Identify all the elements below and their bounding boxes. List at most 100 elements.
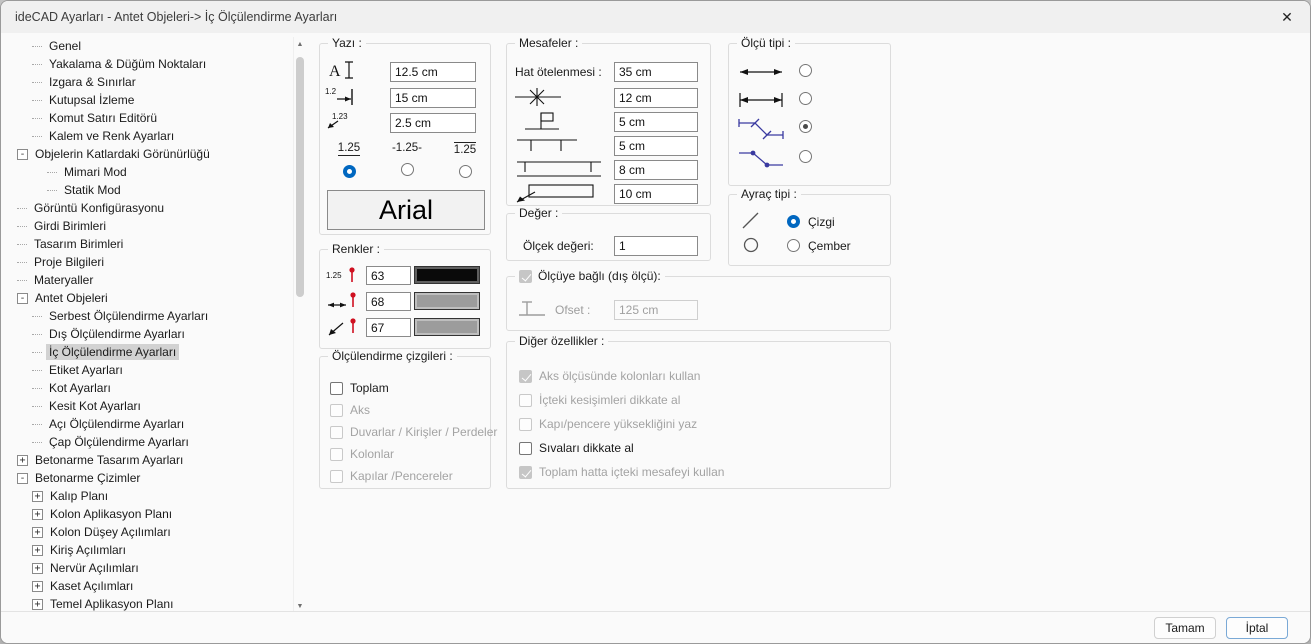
extension-line-color-input[interactable] bbox=[366, 318, 411, 337]
tree-item-label[interactable]: Kot Ayarları bbox=[46, 380, 114, 396]
tree-item[interactable]: Kesit Kot Ayarları bbox=[9, 397, 291, 415]
tree-item-label[interactable]: Statik Mod bbox=[61, 182, 124, 198]
tree-item[interactable]: Materyaller bbox=[9, 271, 291, 289]
tree-item[interactable]: Kutupsal İzleme bbox=[9, 91, 291, 109]
tree-item-label[interactable]: Proje Bilgileri bbox=[31, 254, 107, 270]
tree-item-label[interactable]: Yakalama & Düğüm Noktaları bbox=[46, 56, 209, 72]
tree-item[interactable]: Çap Ölçülendirme Ayarları bbox=[9, 433, 291, 451]
tamam-button[interactable]: Tamam bbox=[1154, 617, 1216, 639]
tree-item-label[interactable]: Kalıp Planı bbox=[47, 488, 111, 504]
tree-item[interactable]: -Objelerin Katlardaki Görünürlüğü bbox=[9, 145, 291, 163]
tree-item-label[interactable]: Açı Ölçülendirme Ayarları bbox=[46, 416, 187, 432]
collapse-icon[interactable]: - bbox=[17, 149, 28, 160]
tree-item[interactable]: Açı Ölçülendirme Ayarları bbox=[9, 415, 291, 433]
olcu-tipi-radio[interactable] bbox=[799, 92, 812, 105]
text-position-radio-over[interactable] bbox=[459, 165, 472, 178]
tree-item-label[interactable]: Kesit Kot Ayarları bbox=[46, 398, 144, 414]
tree-item[interactable]: -Antet Objeleri bbox=[9, 289, 291, 307]
tree-item-label[interactable]: Kutupsal İzleme bbox=[46, 92, 137, 108]
tree-item-label[interactable]: Betonarme Çizimler bbox=[32, 470, 143, 486]
tree-item-label[interactable]: İç Ölçülendirme Ayarları bbox=[46, 344, 179, 360]
olcu-tipi-radio[interactable] bbox=[799, 64, 812, 77]
decimal-height-input[interactable] bbox=[390, 113, 476, 133]
tree-item[interactable]: Proje Bilgileri bbox=[9, 253, 291, 271]
tree-item[interactable]: Mimari Mod bbox=[9, 163, 291, 181]
mesafe-input-2[interactable] bbox=[614, 112, 698, 132]
expand-icon[interactable]: + bbox=[17, 455, 28, 466]
tree-item[interactable]: Izgara & Sınırlar bbox=[9, 73, 291, 91]
font-button[interactable]: Arial bbox=[327, 190, 485, 230]
tree-item[interactable]: Serbest Ölçülendirme Ayarları bbox=[9, 307, 291, 325]
tree-item[interactable]: Dış Ölçülendirme Ayarları bbox=[9, 325, 291, 343]
tree-item-label[interactable]: Görüntü Konfigürasyonu bbox=[31, 200, 167, 216]
tree-item-label[interactable]: Kaset Açılımları bbox=[47, 578, 136, 594]
tree-item[interactable]: Statik Mod bbox=[9, 181, 291, 199]
tree-item[interactable]: Görüntü Konfigürasyonu bbox=[9, 199, 291, 217]
tree-item-label[interactable]: Kiriş Açılımları bbox=[47, 542, 129, 558]
tree-item[interactable]: Yakalama & Düğüm Noktaları bbox=[9, 55, 291, 73]
line-offset-input[interactable] bbox=[390, 88, 476, 108]
olcek-degeri-input[interactable] bbox=[614, 236, 698, 256]
mesafe-input-4[interactable] bbox=[614, 160, 698, 180]
tree-item-label[interactable]: Temel Aplikasyon Planı bbox=[47, 596, 176, 612]
tree-item[interactable]: + Betonarme Tasarım Ayarları bbox=[9, 451, 291, 469]
tree-item-label[interactable]: Tasarım Birimleri bbox=[31, 236, 126, 252]
checkbox[interactable] bbox=[330, 382, 343, 395]
tree-item-label[interactable]: Kalem ve Renk Ayarları bbox=[46, 128, 177, 144]
tree-item-label[interactable]: Antet Objeleri bbox=[32, 290, 111, 306]
tree-item[interactable]: Tasarım Birimleri bbox=[9, 235, 291, 253]
tree-item[interactable]: + Kolon Aplikasyon Planı bbox=[9, 505, 291, 523]
tree-item[interactable]: + Kiriş Açılımları bbox=[9, 541, 291, 559]
extension-line-color-swatch[interactable] bbox=[414, 318, 480, 336]
expand-icon[interactable]: + bbox=[32, 509, 43, 520]
tree-item-label[interactable]: Dış Ölçülendirme Ayarları bbox=[46, 326, 188, 342]
text-position-radio-under[interactable] bbox=[343, 165, 356, 178]
tree-item-label[interactable]: Etiket Ayarları bbox=[46, 362, 126, 378]
tree-item-label[interactable]: Mimari Mod bbox=[61, 164, 130, 180]
expand-icon[interactable]: + bbox=[32, 599, 43, 610]
tree-item-label[interactable]: Izgara & Sınırlar bbox=[46, 74, 139, 90]
tree-item-label[interactable]: Kolon Aplikasyon Planı bbox=[47, 506, 175, 522]
tree-item-label[interactable]: Komut Satırı Editörü bbox=[46, 110, 160, 126]
mesafe-input-1[interactable] bbox=[614, 88, 698, 108]
text-position-radio-middle[interactable] bbox=[401, 163, 414, 176]
mesafe-input-3[interactable] bbox=[614, 136, 698, 156]
scrollbar-thumb[interactable] bbox=[296, 57, 304, 297]
scroll-up-icon[interactable]: ▲ bbox=[294, 37, 306, 51]
olcu-tipi-radio[interactable] bbox=[799, 150, 812, 163]
text-height-input[interactable] bbox=[390, 62, 476, 82]
ayrac-cember-radio[interactable] bbox=[787, 239, 800, 252]
dimension-line-color-input[interactable] bbox=[366, 292, 411, 311]
tree-scrollbar[interactable]: ▲ ▼ bbox=[293, 37, 305, 613]
text-color-input[interactable] bbox=[366, 266, 411, 285]
tree-item-label[interactable]: Genel bbox=[46, 38, 84, 54]
tree-item[interactable]: Komut Satırı Editörü bbox=[9, 109, 291, 127]
dimension-line-color-swatch[interactable] bbox=[414, 292, 480, 310]
tree-item-label[interactable]: Serbest Ölçülendirme Ayarları bbox=[46, 308, 211, 324]
tree-item[interactable]: Girdi Birimleri bbox=[9, 217, 291, 235]
checkbox-row[interactable]: Toplam bbox=[330, 377, 497, 399]
tree-item-label[interactable]: Objelerin Katlardaki Görünürlüğü bbox=[32, 146, 213, 162]
olcu-tipi-radio[interactable] bbox=[799, 120, 812, 133]
expand-icon[interactable]: + bbox=[32, 545, 43, 556]
close-icon[interactable]: ✕ bbox=[1264, 1, 1310, 33]
tree-item[interactable]: İç Ölçülendirme Ayarları bbox=[9, 343, 291, 361]
ayrac-cizgi-radio[interactable] bbox=[787, 215, 800, 228]
tree-item-label[interactable]: Çap Ölçülendirme Ayarları bbox=[46, 434, 192, 450]
expand-icon[interactable]: + bbox=[32, 563, 43, 574]
tree-item-label[interactable]: Girdi Birimleri bbox=[31, 218, 109, 234]
tree-item-label[interactable]: Betonarme Tasarım Ayarları bbox=[32, 452, 186, 468]
tree-item[interactable]: Genel bbox=[9, 37, 291, 55]
tree-item[interactable]: Kalem ve Renk Ayarları bbox=[9, 127, 291, 145]
mesafe-input-5[interactable] bbox=[614, 184, 698, 204]
tree-item[interactable]: -Betonarme Çizimler bbox=[9, 469, 291, 487]
tree-item-label[interactable]: Kolon Düşey Açılımları bbox=[47, 524, 174, 540]
expand-icon[interactable]: + bbox=[32, 581, 43, 592]
hat-otelenmesi-input[interactable] bbox=[614, 62, 698, 82]
checkbox[interactable] bbox=[519, 442, 532, 455]
tree-item[interactable]: + Kaset Açılımları bbox=[9, 577, 291, 595]
tree-item[interactable]: Etiket Ayarları bbox=[9, 361, 291, 379]
tree-item-label[interactable]: Materyaller bbox=[31, 272, 96, 288]
text-color-swatch[interactable] bbox=[414, 266, 480, 284]
tree-item[interactable]: +Kolon Düşey Açılımları bbox=[9, 523, 291, 541]
